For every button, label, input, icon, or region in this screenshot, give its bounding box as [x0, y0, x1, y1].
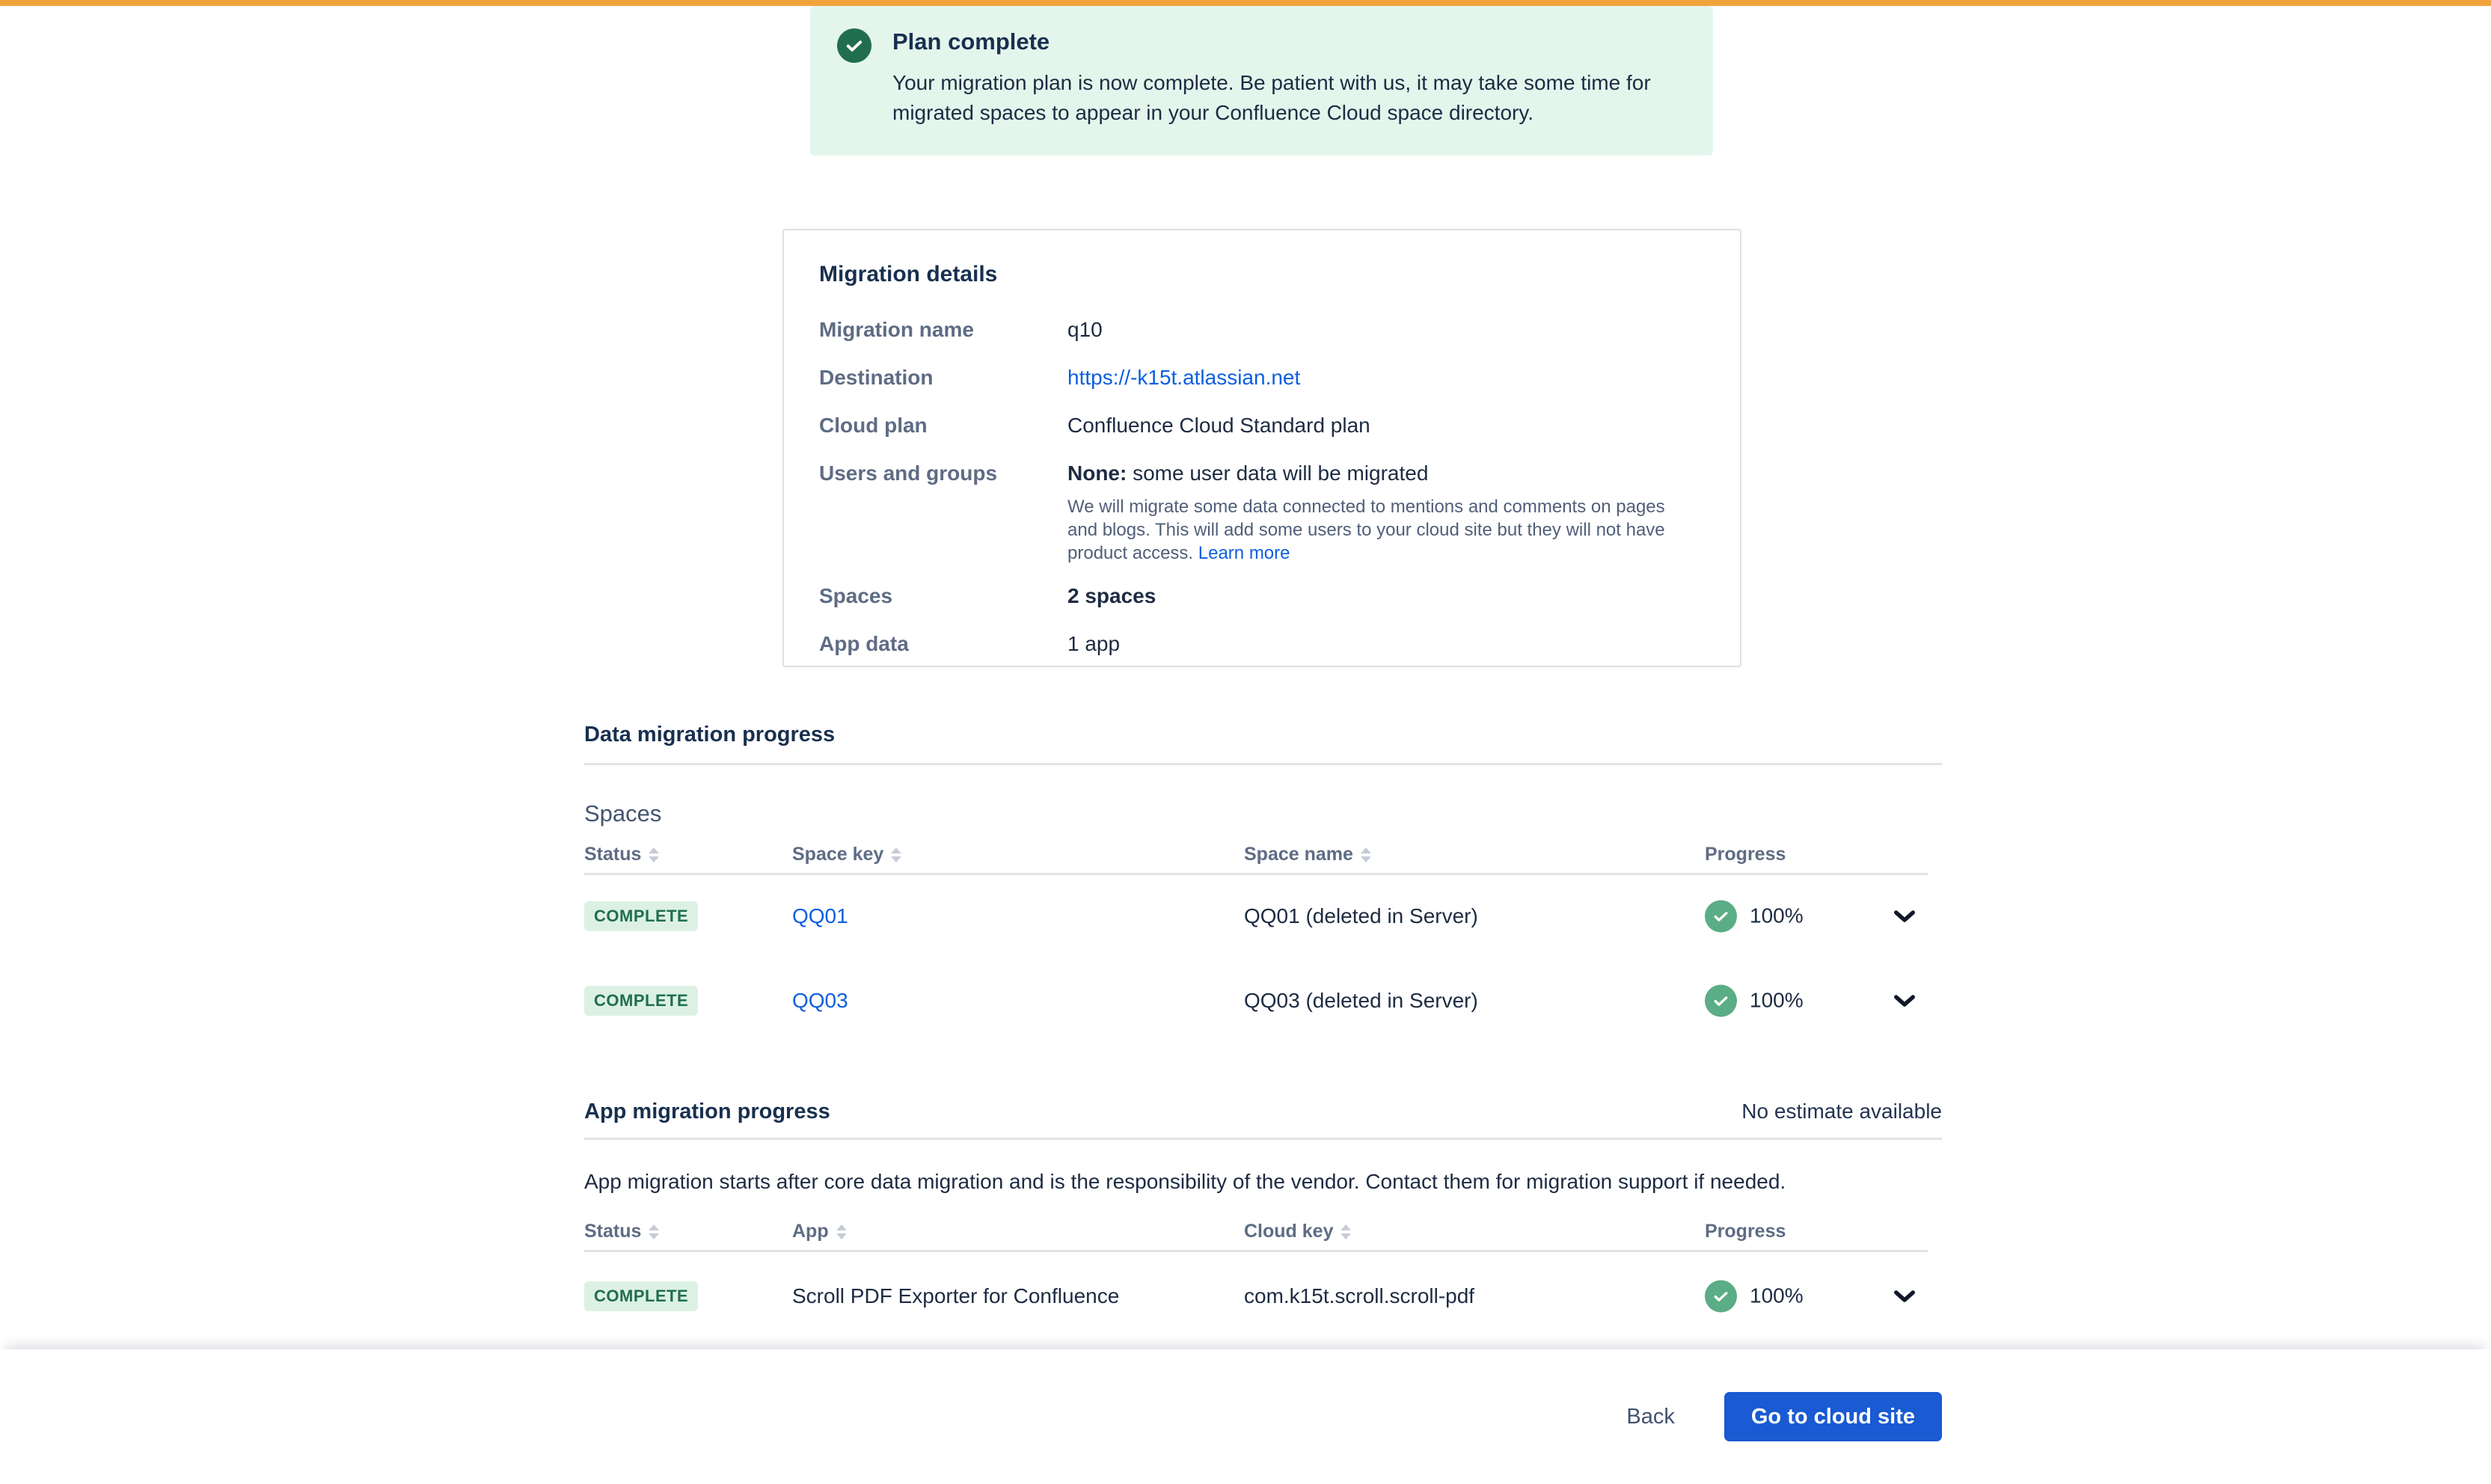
column-header-status[interactable]: Status [584, 844, 659, 865]
migration-name-value: q10 [1067, 318, 1103, 342]
sort-icon [649, 1224, 659, 1239]
detail-row-destination: Destination https://-k15t.atlassian.net [819, 366, 1704, 390]
app-migration-heading-row: App migration progress No estimate avail… [584, 1100, 1942, 1124]
estimate-text: No estimate available [1741, 1100, 1942, 1123]
expand-row-button[interactable] [1882, 909, 1927, 924]
migration-details-card: Migration details Migration name q10 Des… [782, 229, 1741, 667]
detail-row-app-data: App data 1 app [819, 632, 1704, 656]
spaces-subtitle: Spaces [584, 800, 661, 827]
detail-row-migration-name: Migration name q10 [819, 318, 1704, 342]
go-to-cloud-site-button[interactable]: Go to cloud site [1724, 1392, 1942, 1441]
table-header-border [584, 1250, 1928, 1252]
expand-row-button[interactable] [1882, 993, 1927, 1008]
success-check-icon [837, 28, 871, 63]
expand-row-button[interactable] [1882, 1289, 1927, 1304]
cloud-key: com.k15t.scroll.scroll-pdf [1244, 1284, 1474, 1308]
learn-more-link[interactable]: Learn more [1198, 543, 1290, 563]
table-row: COMPLETE QQ01 QQ01 (deleted in Server) 1… [584, 874, 1942, 958]
column-header-progress: Progress [1705, 1221, 1786, 1242]
top-accent-bar [0, 0, 2491, 6]
check-circle-icon [1705, 984, 1737, 1017]
back-button[interactable]: Back [1619, 1394, 1682, 1440]
section-divider [584, 1138, 1942, 1140]
space-key-link[interactable]: QQ03 [792, 989, 848, 1012]
table-row: COMPLETE QQ03 QQ03 (deleted in Server) 1… [584, 958, 1942, 1043]
detail-row-users-groups: Users and groups None: some user data wi… [819, 462, 1704, 565]
column-header-space-name[interactable]: Space name [1244, 844, 1371, 865]
sort-icon [1361, 847, 1371, 862]
status-badge: COMPLETE [584, 1281, 698, 1311]
section-divider [584, 763, 1942, 765]
banner-content: Plan complete Your migration plan is now… [892, 27, 1655, 135]
status-badge: COMPLETE [584, 986, 698, 1016]
banner-title: Plan complete [892, 27, 1655, 57]
migration-results-page: Plan complete Your migration plan is now… [0, 0, 2491, 1484]
spaces-table-header: Status Space key Space name Progress [584, 844, 1942, 874]
spaces-table-body: COMPLETE QQ01 QQ01 (deleted in Server) 1… [584, 874, 1942, 1043]
space-name: QQ01 (deleted in Server) [1244, 904, 1478, 928]
app-name: Scroll PDF Exporter for Confluence [792, 1284, 1119, 1308]
column-header-status[interactable]: Status [584, 1221, 659, 1242]
sort-icon [649, 847, 659, 862]
footer-bar: Back Go to cloud site [0, 1349, 2491, 1484]
card-title: Migration details [819, 262, 1704, 287]
banner-body: Your migration plan is now complete. Be … [892, 68, 1655, 128]
progress-indicator: 100% [1705, 984, 1804, 1017]
plan-complete-banner: Plan complete Your migration plan is now… [810, 6, 1713, 156]
sort-icon [1341, 1224, 1351, 1239]
apps-table-header: Status App Cloud key Progress [584, 1221, 1942, 1251]
progress-value: 100% [1750, 904, 1804, 928]
space-key-link[interactable]: QQ01 [792, 904, 848, 927]
progress-value: 100% [1750, 1284, 1804, 1308]
data-migration-heading: Data migration progress [584, 723, 835, 747]
check-circle-icon [1705, 1280, 1737, 1312]
column-header-progress: Progress [1705, 844, 1786, 865]
column-header-app[interactable]: App [792, 1221, 847, 1242]
app-data-value: 1 app [1067, 632, 1120, 656]
detail-label: Cloud plan [819, 414, 1067, 438]
sort-icon [836, 1224, 847, 1239]
users-groups-description: We will migrate some data connected to m… [1067, 495, 1693, 565]
table-row: COMPLETE Scroll PDF Exporter for Conflue… [584, 1254, 1942, 1338]
spaces-count-value: 2 spaces [1067, 584, 1156, 608]
destination-link[interactable]: https://-k15t.atlassian.net [1067, 366, 1300, 389]
column-header-cloud-key[interactable]: Cloud key [1244, 1221, 1351, 1242]
sort-icon [891, 847, 901, 862]
detail-label: Destination [819, 366, 1067, 390]
detail-label: Spaces [819, 584, 1067, 608]
detail-label: Migration name [819, 318, 1067, 342]
users-text: some user data will be migrated [1133, 462, 1428, 485]
users-groups-value: None: some user data will be migrated [1067, 462, 1693, 485]
apps-table-body: COMPLETE Scroll PDF Exporter for Conflue… [584, 1254, 1942, 1338]
status-badge: COMPLETE [584, 901, 698, 931]
app-migration-heading: App migration progress [584, 1100, 830, 1124]
space-name: QQ03 (deleted in Server) [1244, 989, 1478, 1013]
detail-label: App data [819, 632, 1067, 656]
detail-row-spaces: Spaces 2 spaces [819, 584, 1704, 608]
cloud-plan-value: Confluence Cloud Standard plan [1067, 414, 1370, 438]
detail-row-cloud-plan: Cloud plan Confluence Cloud Standard pla… [819, 414, 1704, 438]
progress-indicator: 100% [1705, 1280, 1804, 1312]
progress-indicator: 100% [1705, 900, 1804, 932]
check-circle-icon [1705, 900, 1737, 932]
users-emphasis: None: [1067, 462, 1127, 485]
column-header-space-key[interactable]: Space key [792, 844, 901, 865]
app-migration-note: App migration starts after core data mig… [584, 1170, 1942, 1194]
progress-value: 100% [1750, 989, 1804, 1013]
detail-label: Users and groups [819, 462, 1067, 565]
